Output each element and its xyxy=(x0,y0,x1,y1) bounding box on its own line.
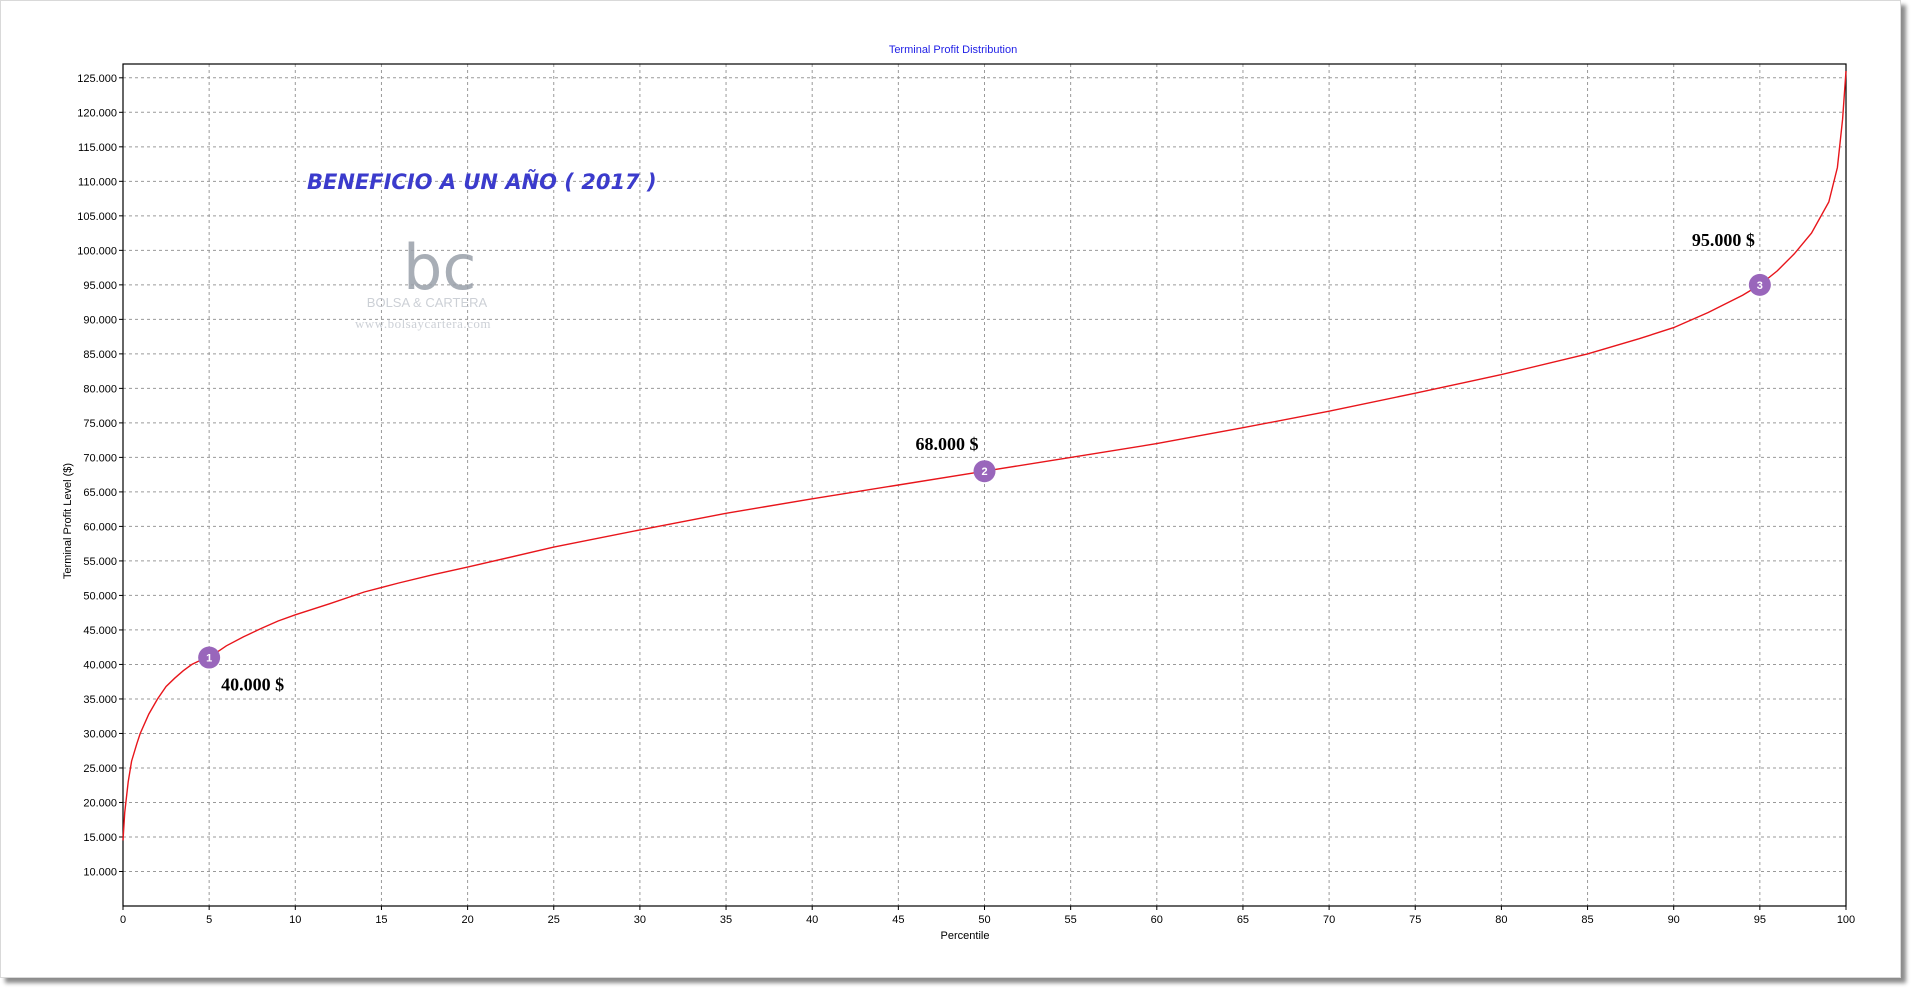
x-tick-label: 30 xyxy=(634,914,646,926)
marker-3-number: 3 xyxy=(1757,280,1763,292)
x-tick-label: 85 xyxy=(1581,914,1593,926)
marker-2-value-label: 68.000 $ xyxy=(916,434,979,454)
watermark-brand: BOLSA & CARTERA xyxy=(367,295,488,310)
y-tick-label: 105.000 xyxy=(77,211,117,223)
y-tick-label: 75.000 xyxy=(83,418,117,430)
watermark-logo: bc xyxy=(403,231,476,304)
y-tick-label: 10.000 xyxy=(83,866,117,878)
y-tick-label: 20.000 xyxy=(83,797,117,809)
y-tick-label: 70.000 xyxy=(83,452,117,464)
x-tick-label: 5 xyxy=(206,914,212,926)
y-tick-label: 35.000 xyxy=(83,694,117,706)
y-tick-label: 95.000 xyxy=(83,280,117,292)
x-tick-label: 45 xyxy=(892,914,904,926)
y-tick-label: 125.000 xyxy=(77,73,117,85)
x-tick-label: 60 xyxy=(1151,914,1163,926)
x-axis-ticks: 0 5 10 15 20 25 30 35 40 45 50 55 60 65 70 75 80 85 90 95 10… xyxy=(120,906,1855,926)
watermark: bc BOLSA & CARTERA www.bolsaycartera.com xyxy=(355,231,491,331)
x-tick-label: 20 xyxy=(461,914,473,926)
y-tick-label: 100.000 xyxy=(77,245,117,257)
marker-2-number: 2 xyxy=(981,466,987,478)
y-tick-label: 45.000 xyxy=(83,625,117,637)
x-tick-label: 15 xyxy=(375,914,387,926)
x-tick-label: 90 xyxy=(1668,914,1680,926)
x-tick-label: 65 xyxy=(1237,914,1249,926)
profit-distribution-chart: bc BOLSA & CARTERA www.bolsaycartera.com… xyxy=(62,44,1855,942)
y-tick-label: 85.000 xyxy=(83,349,117,361)
y-axis-title: Terminal Profit Level ($) xyxy=(62,463,74,579)
chart-title: Terminal Profit Distribution xyxy=(889,44,1017,56)
x-tick-label: 25 xyxy=(548,914,560,926)
y-tick-label: 115.000 xyxy=(78,142,117,154)
y-tick-label: 55.000 xyxy=(83,556,117,568)
marker-3-value-label: 95.000 $ xyxy=(1692,230,1755,250)
watermark-url: www.bolsaycartera.com xyxy=(355,316,491,331)
y-tick-label: 110.000 xyxy=(78,176,117,188)
y-axis-ticks: 10.000 15.000 20.000 25.000 30.000 35.000 40.0… xyxy=(77,73,123,878)
y-tick-label: 50.000 xyxy=(83,590,117,602)
chart-window: bc BOLSA & CARTERA www.bolsaycartera.com… xyxy=(0,0,1901,978)
x-tick-label: 40 xyxy=(806,914,818,926)
x-tick-label: 70 xyxy=(1323,914,1335,926)
x-tick-label: 50 xyxy=(978,914,990,926)
x-tick-label: 10 xyxy=(289,914,301,926)
y-tick-label: 60.000 xyxy=(83,521,117,533)
x-tick-label: 100 xyxy=(1837,914,1855,926)
x-tick-label: 95 xyxy=(1754,914,1766,926)
marker-1-number: 1 xyxy=(206,653,212,665)
y-tick-label: 40.000 xyxy=(83,659,117,671)
y-tick-label: 25.000 xyxy=(83,763,117,775)
x-tick-label: 35 xyxy=(720,914,732,926)
x-axis-title: Percentile xyxy=(941,930,990,942)
x-tick-label: 75 xyxy=(1409,914,1421,926)
y-tick-label: 80.000 xyxy=(83,383,117,395)
chart-heading: BENEFICIO A UN AÑO ( 2017 ) xyxy=(307,169,657,194)
y-tick-label: 15.000 xyxy=(83,832,117,844)
y-tick-label: 65.000 xyxy=(83,487,117,499)
y-tick-label: 30.000 xyxy=(83,728,117,740)
y-tick-label: 120.000 xyxy=(77,107,117,119)
x-tick-label: 55 xyxy=(1065,914,1077,926)
marker-1-value-label: 40.000 $ xyxy=(221,675,284,695)
x-tick-label: 80 xyxy=(1495,914,1507,926)
x-tick-label: 0 xyxy=(120,914,126,926)
y-tick-label: 90.000 xyxy=(83,314,117,326)
